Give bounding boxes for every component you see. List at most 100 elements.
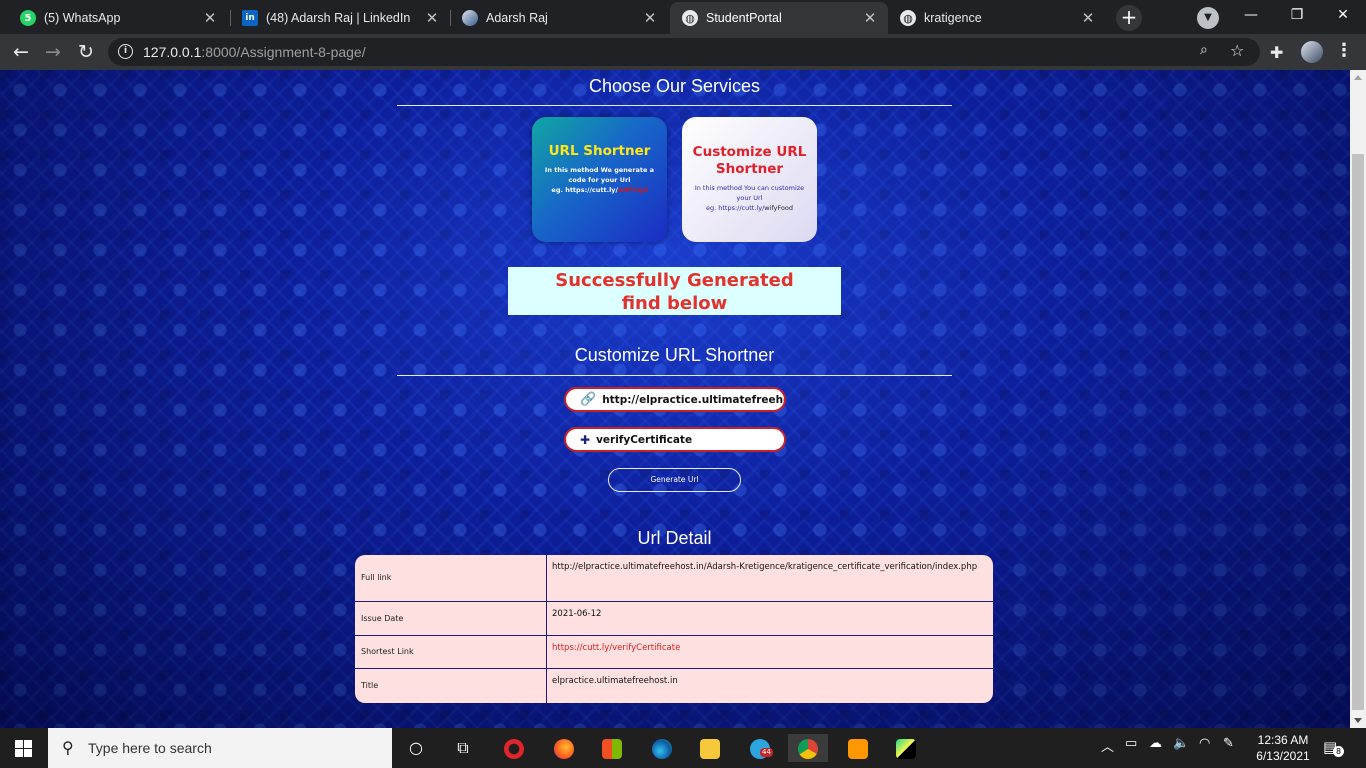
row-value: elpractice.ultimatefreehost.in xyxy=(552,676,678,686)
chevron-up-icon[interactable]: ︿ xyxy=(1101,736,1114,755)
search-icon: ⚲ xyxy=(62,738,74,757)
notification-icon[interactable]: ▤ 8 xyxy=(1323,738,1344,757)
row-label: Issue Date xyxy=(361,614,404,623)
clock-date: 6/13/2021 xyxy=(1256,749,1310,763)
services-title: Choose Our Services xyxy=(588,76,761,96)
notification-count: 8 xyxy=(1333,746,1344,757)
close-icon[interactable]: ✕ xyxy=(1080,9,1096,27)
tab-label: (5) WhatsApp xyxy=(44,11,121,25)
whatsapp-icon: 5 xyxy=(20,10,36,26)
clock-time: 12:36 AM xyxy=(1257,733,1309,747)
profile-avatar-icon xyxy=(462,10,478,26)
site-info-icon[interactable]: i xyxy=(118,44,133,59)
opera-icon[interactable] xyxy=(494,734,534,762)
alias-value: verifyCertificate xyxy=(596,433,693,446)
cortana-icon[interactable]: ○ xyxy=(396,734,436,762)
tab-kratigence[interactable]: ◍ kratigence ✕ xyxy=(888,2,1106,34)
card-title: Customize URL Shortner xyxy=(692,144,807,177)
tab-whatsapp[interactable]: 5 (5) WhatsApp ✕ xyxy=(8,2,228,34)
card-description: In this method We generate a code for yo… xyxy=(532,165,667,195)
task-view-icon[interactable]: ⧉ xyxy=(443,734,483,762)
telegram-icon[interactable]: 44 xyxy=(740,734,780,762)
scrollbar-thumb[interactable] xyxy=(1352,154,1364,710)
url-text[interactable]: 127.0.0.1:8000/Assignment-8-page/ xyxy=(143,44,366,60)
address-bar[interactable]: i 127.0.0.1:8000/Assignment-8-page/ ⌕ ☆ xyxy=(108,38,1260,66)
url-detail-title: Url Detail xyxy=(637,528,712,548)
extensions-puzzle-icon[interactable]: ✚ xyxy=(1270,43,1283,62)
shortest-link-value[interactable]: https://cutt.ly/verifyCertificate xyxy=(552,641,982,655)
linkedin-icon: in xyxy=(242,10,258,26)
card-example-prefix: eg. https://cutt.ly/ xyxy=(551,186,618,194)
firefox-icon[interactable] xyxy=(544,734,584,762)
tab-linkedin[interactable]: in (48) Adarsh Raj | LinkedIn ✕ xyxy=(230,2,450,34)
card-example-code: wifyFood xyxy=(764,204,793,212)
card-example-code: w9Ft1Jd xyxy=(617,186,648,194)
forward-arrow-icon[interactable]: → xyxy=(40,39,66,65)
table-row: Full link http://elpractice.ultimatefree… xyxy=(355,555,993,602)
generate-url-button[interactable]: Generate Url xyxy=(608,468,741,492)
zoom-icon[interactable]: ⌕ xyxy=(1200,42,1208,58)
store-icon[interactable] xyxy=(592,734,632,762)
tab-label: Adarsh Raj xyxy=(486,11,548,25)
table-row: Shortest Link https://cutt.ly/verifyCert… xyxy=(355,636,993,669)
card-desc-text: In this method You can customize your Ur… xyxy=(694,184,805,202)
row-value: 2021-06-12 xyxy=(552,609,602,619)
search-placeholder: Type here to search xyxy=(88,740,212,756)
long-url-value: http://elpractice.ultimatefreehost.in/Ad… xyxy=(602,393,784,406)
new-tab-button[interactable]: + xyxy=(1116,5,1142,31)
chrome-icon[interactable] xyxy=(788,734,828,762)
window-close-button[interactable]: ✕ xyxy=(1320,0,1366,32)
url-path: :8000/Assignment-8-page/ xyxy=(201,44,366,60)
pen-icon[interactable]: ✎ xyxy=(1223,736,1234,751)
success-line-1: Successfully Generated xyxy=(555,270,794,291)
back-arrow-icon[interactable]: ← xyxy=(8,39,34,65)
alias-input[interactable]: ✚ verifyCertificate xyxy=(564,427,786,452)
globe-icon: ◍ xyxy=(900,10,916,26)
globe-icon: ◍ xyxy=(682,10,698,26)
divider xyxy=(397,375,952,376)
long-url-input[interactable]: 🔗 http://elpractice.ultimatefreehost.in/… xyxy=(564,387,786,412)
windows-start-icon[interactable] xyxy=(15,740,32,757)
edge-icon[interactable] xyxy=(642,734,682,762)
tab-label: (48) Adarsh Raj | LinkedIn xyxy=(266,11,411,25)
row-value: http://elpractice.ultimatefreehost.in/Ad… xyxy=(552,562,978,572)
system-clock[interactable]: 12:36 AM 6/13/2021 xyxy=(1253,732,1313,764)
tab-strip: 5 (5) WhatsApp ✕ in (48) Adarsh Raj | Li… xyxy=(0,0,1366,34)
close-icon[interactable]: ✕ xyxy=(424,9,440,27)
page-scrollbar[interactable] xyxy=(1350,70,1366,728)
close-icon[interactable]: ✕ xyxy=(202,9,218,27)
close-icon[interactable]: ✕ xyxy=(862,9,878,27)
restore-button[interactable]: ❐ xyxy=(1274,0,1320,32)
menu-dots-icon[interactable]: ⋮ xyxy=(1335,40,1353,61)
tab-search-icon[interactable]: ▼ xyxy=(1197,7,1219,29)
volume-icon[interactable]: 🔈 xyxy=(1173,736,1189,751)
wifi-icon[interactable]: ◠ xyxy=(1199,736,1210,751)
card-example-prefix: eg. https://cutt.ly/ xyxy=(706,204,765,212)
profile-avatar[interactable] xyxy=(1301,41,1323,63)
pycharm-icon[interactable] xyxy=(886,734,926,762)
file-explorer-icon[interactable] xyxy=(690,734,730,762)
url-host: 127.0.0.1 xyxy=(143,44,202,60)
sublime-text-icon[interactable] xyxy=(838,734,878,762)
minimize-button[interactable]: — xyxy=(1228,0,1274,32)
battery-icon[interactable]: ▭ xyxy=(1125,736,1137,751)
service-card-url-shortner[interactable]: URL Shortner In this method We generate … xyxy=(532,117,667,242)
table-row: Title elpractice.ultimatefreehost.in xyxy=(355,669,993,703)
url-detail-table: Full link http://elpractice.ultimatefree… xyxy=(355,555,993,703)
link-icon: 🔗 xyxy=(580,392,597,407)
tab-adarsh-raj[interactable]: Adarsh Raj ✕ xyxy=(450,2,668,34)
browser-toolbar: ← → ↻ i 127.0.0.1:8000/Assignment-8-page… xyxy=(0,34,1366,70)
divider xyxy=(397,105,952,106)
row-label: Title xyxy=(361,681,379,690)
plus-icon: ✚ xyxy=(580,432,591,447)
taskbar-search-box[interactable]: ⚲ Type here to search xyxy=(48,728,392,768)
close-icon[interactable]: ✕ xyxy=(642,9,658,27)
bookmark-star-icon[interactable]: ☆ xyxy=(1230,41,1244,60)
row-label: Full link xyxy=(361,573,392,582)
scroll-down-arrow-icon[interactable] xyxy=(1354,718,1362,723)
tab-studentportal[interactable]: ◍ StudentPortal ✕ xyxy=(670,2,888,34)
cloud-icon[interactable]: ☁ xyxy=(1149,736,1162,751)
service-card-customize-url[interactable]: Customize URL Shortner In this method Yo… xyxy=(682,117,817,242)
reload-icon[interactable]: ↻ xyxy=(73,39,99,65)
scroll-up-arrow-icon[interactable] xyxy=(1354,75,1362,80)
